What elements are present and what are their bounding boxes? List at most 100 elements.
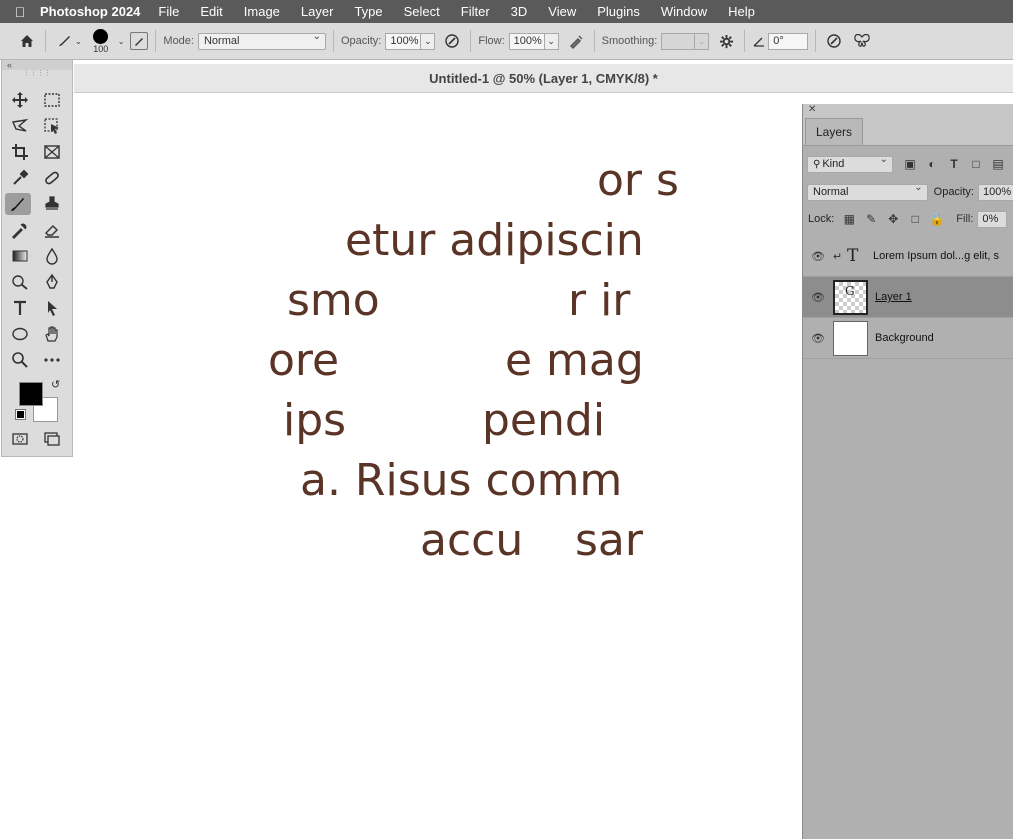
panel-close-icon[interactable]: ✕ bbox=[803, 104, 1013, 116]
mode-select[interactable]: Normal bbox=[197, 31, 326, 50]
lasso-tool-icon[interactable] bbox=[7, 115, 33, 137]
filter-adjustment-layers-icon[interactable]: ◐ bbox=[921, 157, 943, 171]
separator bbox=[155, 30, 157, 52]
layer-thumbnail bbox=[833, 320, 868, 356]
menu-file[interactable]: File bbox=[158, 4, 179, 19]
separator bbox=[45, 30, 46, 52]
visibility-eye-icon[interactable]: 👁 bbox=[803, 250, 833, 263]
menu-window[interactable]: Window bbox=[661, 4, 707, 19]
layer-opacity-input[interactable]: 100% bbox=[978, 183, 1013, 201]
lock-image-pixels-icon[interactable]: ✎ bbox=[860, 212, 882, 226]
brush-size-dropdown-icon[interactable]: ⌄ bbox=[118, 37, 125, 46]
layer-row-background[interactable]: 👁 Background bbox=[803, 318, 1013, 359]
canvas-text-line: sar bbox=[575, 515, 643, 566]
canvas-text-line: smo bbox=[287, 275, 380, 326]
home-icon[interactable] bbox=[16, 30, 38, 52]
layer-row-text[interactable]: 👁 ↵ T Lorem Ipsum dol...g elit, s bbox=[803, 236, 1013, 277]
type-tool-icon[interactable] bbox=[7, 297, 33, 319]
foreground-color-swatch[interactable] bbox=[19, 382, 43, 406]
frame-tool-icon[interactable] bbox=[39, 141, 65, 163]
layer-name: Lorem Ipsum dol...g elit, s bbox=[873, 250, 999, 262]
menu-image[interactable]: Image bbox=[244, 4, 280, 19]
apple-logo-icon[interactable]:  bbox=[0, 4, 40, 20]
filter-type-layers-icon[interactable]: T bbox=[943, 157, 965, 171]
eyedropper-tool-icon[interactable] bbox=[7, 167, 33, 189]
toolbox-grip[interactable]: ⋮⋮⋮⋮ bbox=[2, 70, 72, 78]
collapse-toolbox-icon[interactable]: « bbox=[2, 60, 72, 70]
mode-label: Mode: bbox=[163, 35, 194, 47]
blend-mode-select[interactable]: Normal bbox=[807, 182, 928, 201]
brush-preset-dropdown-icon[interactable]: ⌄ bbox=[75, 37, 82, 46]
move-tool-icon[interactable] bbox=[7, 89, 33, 111]
default-colors-icon[interactable] bbox=[15, 409, 26, 420]
swap-colors-icon[interactable]: ↺ bbox=[51, 378, 60, 391]
menu-view[interactable]: View bbox=[548, 4, 576, 19]
menu-type[interactable]: Type bbox=[354, 4, 382, 19]
layer-row-layer-1[interactable]: 👁 G Layer 1 bbox=[803, 277, 1013, 318]
menu-plugins[interactable]: Plugins bbox=[597, 4, 640, 19]
more-tools-icon[interactable] bbox=[39, 349, 65, 371]
tools-panel: « ⋮⋮⋮⋮ ↺ bbox=[1, 59, 73, 457]
menu-3d[interactable]: 3D bbox=[511, 4, 528, 19]
rectangular-marquee-tool-icon[interactable] bbox=[39, 89, 65, 111]
object-selection-tool-icon[interactable] bbox=[39, 115, 65, 137]
menu-help[interactable]: Help bbox=[728, 4, 755, 19]
menu-select[interactable]: Select bbox=[404, 4, 440, 19]
quick-mask-icon[interactable] bbox=[7, 428, 33, 450]
pen-tool-icon[interactable] bbox=[39, 271, 65, 293]
pressure-opacity-icon[interactable] bbox=[441, 30, 463, 52]
opacity-input[interactable]: 100% bbox=[385, 32, 422, 50]
clone-stamp-tool-icon[interactable] bbox=[39, 193, 65, 215]
filter-shape-layers-icon[interactable]: □ bbox=[965, 157, 987, 171]
layer-filter-row: ⚲Kind ▣ ◐ T □ ▤ bbox=[803, 154, 1013, 174]
hand-tool-icon[interactable] bbox=[39, 323, 65, 345]
ellipse-tool-icon[interactable] bbox=[7, 323, 33, 345]
dodge-tool-icon[interactable] bbox=[7, 271, 33, 293]
flow-dropdown-icon[interactable]: ⌄ bbox=[544, 32, 559, 50]
path-selection-tool-icon[interactable] bbox=[39, 297, 65, 319]
eraser-tool-icon[interactable] bbox=[39, 219, 65, 241]
brush-size-picker[interactable]: 100 bbox=[90, 28, 112, 54]
lock-all-icon[interactable]: 🔒 bbox=[926, 212, 948, 226]
menu-filter[interactable]: Filter bbox=[461, 4, 490, 19]
visibility-eye-icon[interactable]: 👁 bbox=[803, 291, 833, 304]
separator bbox=[332, 30, 334, 52]
crop-tool-icon[interactable] bbox=[7, 141, 33, 163]
brush-tool-icon[interactable] bbox=[5, 193, 31, 215]
screen-mode-icon[interactable] bbox=[39, 428, 65, 450]
menu-layer[interactable]: Layer bbox=[301, 4, 334, 19]
brush-settings-panel-icon[interactable] bbox=[130, 32, 149, 50]
smoothing-input[interactable] bbox=[661, 32, 696, 50]
symmetry-butterfly-icon[interactable] bbox=[851, 30, 873, 52]
smoothing-dropdown-icon[interactable]: ⌄ bbox=[695, 32, 710, 50]
brush-angle-input[interactable]: 0° bbox=[768, 32, 809, 50]
lock-label: Lock: bbox=[808, 213, 835, 225]
brush-preset-icon[interactable] bbox=[53, 30, 75, 52]
airbrush-icon[interactable] bbox=[565, 30, 587, 52]
separator bbox=[744, 30, 746, 52]
gradient-tool-icon[interactable] bbox=[7, 245, 33, 267]
lock-position-icon[interactable]: ✥ bbox=[882, 212, 904, 226]
menu-app-name[interactable]: Photoshop 2024 bbox=[40, 4, 140, 19]
lock-transparent-pixels-icon[interactable]: ▦ bbox=[838, 212, 860, 226]
lock-artboard-icon[interactable]: □ bbox=[904, 212, 926, 226]
history-brush-tool-icon[interactable] bbox=[7, 219, 33, 241]
document-tab[interactable]: Untitled-1 @ 50% (Layer 1, CMYK/8) * bbox=[74, 64, 1013, 93]
smoothing-settings-gear-icon[interactable] bbox=[715, 30, 737, 52]
flow-input[interactable]: 100% bbox=[508, 32, 545, 50]
filter-smart-objects-icon[interactable]: ▤ bbox=[987, 157, 1009, 171]
opacity-dropdown-icon[interactable]: ⌄ bbox=[421, 32, 436, 50]
document-canvas[interactable]: or s etur adipiscin smo r ir ore e mag i… bbox=[0, 93, 802, 839]
filter-pixel-layers-icon[interactable]: ▣ bbox=[899, 157, 921, 171]
zoom-tool-icon[interactable] bbox=[7, 349, 33, 371]
blur-tool-icon[interactable] bbox=[39, 245, 65, 267]
pressure-size-icon[interactable] bbox=[823, 30, 845, 52]
separator bbox=[593, 30, 595, 52]
menu-edit[interactable]: Edit bbox=[200, 4, 222, 19]
healing-brush-tool-icon[interactable] bbox=[39, 167, 65, 189]
canvas-text-line: pendi bbox=[482, 395, 606, 446]
visibility-eye-icon[interactable]: 👁 bbox=[803, 332, 833, 345]
filter-kind-select[interactable]: ⚲ Kind bbox=[807, 154, 893, 173]
fill-input[interactable]: 0% bbox=[977, 210, 1008, 228]
tab-layers[interactable]: Layers bbox=[805, 118, 864, 145]
